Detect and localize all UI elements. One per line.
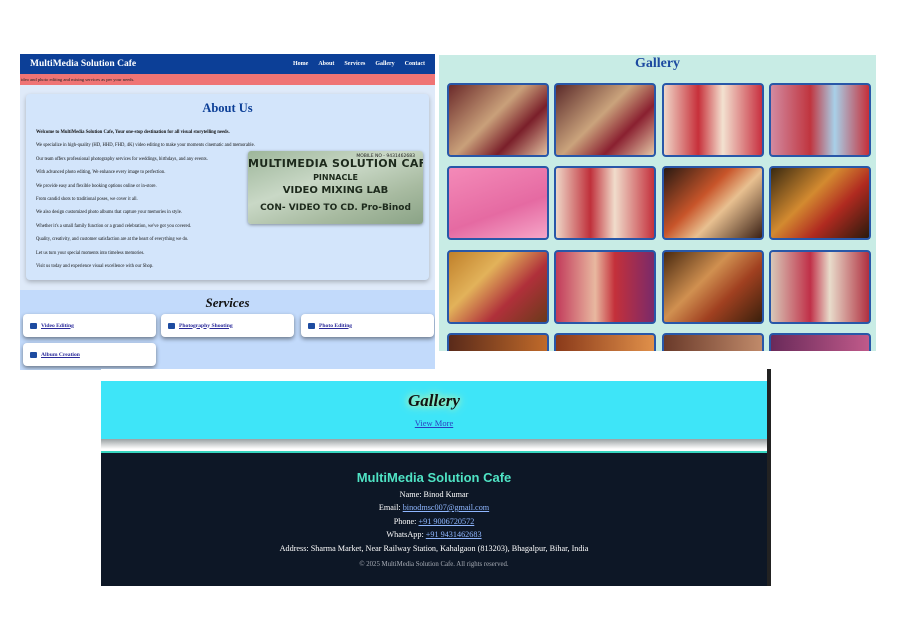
footer-phone-row: Phone: +91 9006720572: [101, 517, 767, 526]
gallery-photo[interactable]: [554, 83, 656, 157]
gallery-photo[interactable]: [662, 166, 764, 240]
window-edge: [767, 369, 771, 586]
gallery-photo[interactable]: [769, 166, 871, 240]
gallery-photo[interactable]: [447, 250, 549, 324]
gallery-photo[interactable]: [447, 166, 549, 240]
footer-title: MultiMedia Solution Cafe: [356, 470, 512, 485]
service-link[interactable]: Photo Editing: [319, 323, 352, 329]
service-card-album-creation[interactable]: Album Creation: [23, 343, 156, 366]
gallery-photo[interactable]: [447, 333, 549, 351]
gallery-page-screenshot: Gallery: [439, 55, 876, 351]
gallery-photo[interactable]: [769, 333, 871, 351]
services-title: Services: [205, 295, 250, 310]
footer-page-screenshot: Gallery View More MultiMedia Solution Ca…: [101, 369, 771, 586]
service-link[interactable]: Album Creation: [41, 352, 80, 358]
marquee-banner: ideo and photo editing and mixing servic…: [20, 74, 435, 85]
whatsapp-link[interactable]: +91 9431462683: [426, 530, 482, 539]
navbar: MultiMedia Solution Cafe Home About Serv…: [20, 54, 435, 74]
service-link[interactable]: Video Editing: [41, 323, 74, 329]
services-section: Services Video Editing Photography Shoot…: [20, 290, 435, 370]
service-card-photo-editing[interactable]: Photo Editing: [301, 314, 434, 337]
sign-line: PINNACLE: [313, 173, 358, 182]
nav-home[interactable]: Home: [293, 61, 308, 67]
email-label: Email:: [378, 503, 403, 512]
whatsapp-label: WhatsApp:: [386, 530, 426, 539]
footer-email-row: Email: binodmsc007@gmail.com: [101, 503, 767, 512]
sign-line: VIDEO MIXING LAB: [282, 185, 389, 196]
nav-links: Home About Services Gallery Contact: [293, 61, 425, 67]
about-title: About Us: [202, 101, 253, 115]
nav-services[interactable]: Services: [344, 61, 365, 67]
service-card-photography[interactable]: Photography Shooting: [161, 314, 294, 337]
about-line: Let us turn your special moments into ti…: [36, 250, 145, 256]
phone-label: Phone:: [393, 516, 419, 526]
gallery-photo[interactable]: [447, 83, 549, 157]
gallery-photo[interactable]: [769, 250, 871, 324]
about-line: Visit us today and experience visual exc…: [36, 263, 154, 269]
video-camera-icon: [30, 322, 37, 329]
sign-line: CON- VIDEO TO CD. Pro-Binod: [260, 203, 411, 213]
nav-contact[interactable]: Contact: [405, 61, 425, 67]
service-card-video-editing[interactable]: Video Editing: [23, 314, 156, 337]
nav-gallery[interactable]: Gallery: [375, 61, 394, 67]
gallery-section-title: Gallery: [408, 391, 460, 410]
gallery-photo[interactable]: [662, 250, 764, 324]
gallery-photo[interactable]: [554, 166, 656, 240]
section-divider: [101, 439, 767, 449]
image-icon: [308, 322, 315, 329]
service-link[interactable]: Photography Shooting: [179, 323, 233, 329]
gallery-photo[interactable]: [554, 250, 656, 324]
footer-whatsapp-row: WhatsApp: +91 9431462683: [101, 530, 767, 539]
about-section: About Us Welcome to MultiMedia Solution …: [26, 94, 429, 280]
gallery-photo[interactable]: [662, 333, 764, 351]
camera-icon: [168, 322, 175, 329]
phone-link[interactable]: +91 9006720572: [419, 517, 475, 526]
view-more-link[interactable]: View More: [101, 418, 767, 428]
sign-line: MULTIMEDIA SOLUTION CAFE: [248, 157, 423, 170]
about-line: Quality, creativity, and customer satisf…: [36, 237, 189, 243]
shop-sign-photo: MOBILE NO - 9431462683 MULTIMEDIA SOLUTI…: [248, 151, 423, 224]
home-page-screenshot: MultiMedia Solution Cafe Home About Serv…: [20, 54, 435, 370]
footer-copyright: © 2025 MultiMedia Solution Cafe. All rig…: [359, 560, 509, 568]
nav-about[interactable]: About: [318, 61, 334, 67]
site-brand[interactable]: MultiMedia Solution Cafe: [30, 59, 136, 69]
footer-name: Name: Binod Kumar: [399, 489, 469, 499]
about-line: Welcome to MultiMedia Solution Cafe, You…: [36, 130, 230, 135]
book-icon: [30, 351, 37, 358]
email-link[interactable]: binodmsc007@gmail.com: [403, 503, 489, 512]
gallery-photo[interactable]: [769, 83, 871, 157]
gallery-page-title: Gallery: [634, 56, 681, 71]
gallery-photo[interactable]: [554, 333, 656, 351]
gallery-section: Gallery View More: [101, 381, 767, 439]
footer-address: Address: Sharma Market, Near Railway Sta…: [279, 543, 589, 553]
gallery-photo[interactable]: [662, 83, 764, 157]
site-footer: MultiMedia Solution Cafe Name: Binod Kum…: [101, 451, 767, 586]
